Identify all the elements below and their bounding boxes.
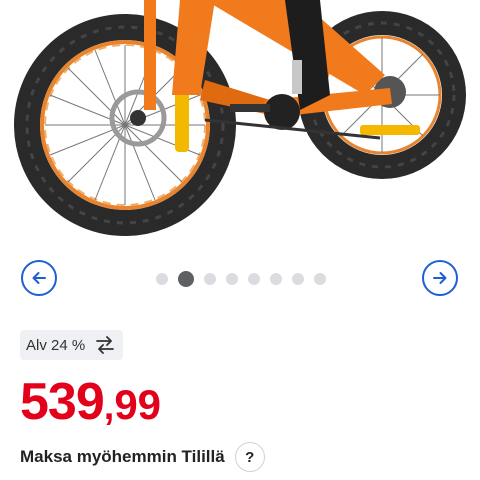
price-decimals: 99 [114,381,162,428]
carousel-prev-button[interactable] [21,260,57,296]
arrow-left-icon [32,272,46,284]
swap-arrows-icon [96,336,115,354]
product-image[interactable] [0,0,480,255]
carousel-dot[interactable] [292,273,304,285]
arrow-right-icon [433,272,447,284]
pay-later-help-button[interactable]: ? [234,442,265,472]
carousel-dot[interactable] [156,273,168,285]
carousel-dot[interactable] [314,273,326,285]
carousel-pagination [156,271,326,287]
pay-later-row: Maksa myöhemmin Tilillä ? [20,442,265,472]
price-integer: 539 [20,373,105,431]
product-price: 539 , 99 [20,372,161,432]
carousel-dot-active[interactable] [178,271,194,287]
bike-illustration [14,0,466,236]
vat-label: Alv 24 % [26,336,86,354]
vat-toggle[interactable]: Alv 24 % [20,330,124,360]
price-separator: , [103,386,115,428]
carousel-dot[interactable] [270,273,282,285]
carousel-next-button[interactable] [422,260,458,296]
pay-later-label: Maksa myöhemmin Tilillä [20,447,225,466]
carousel-dot[interactable] [248,273,260,285]
carousel-dot[interactable] [226,273,238,285]
carousel-dot[interactable] [204,273,216,285]
